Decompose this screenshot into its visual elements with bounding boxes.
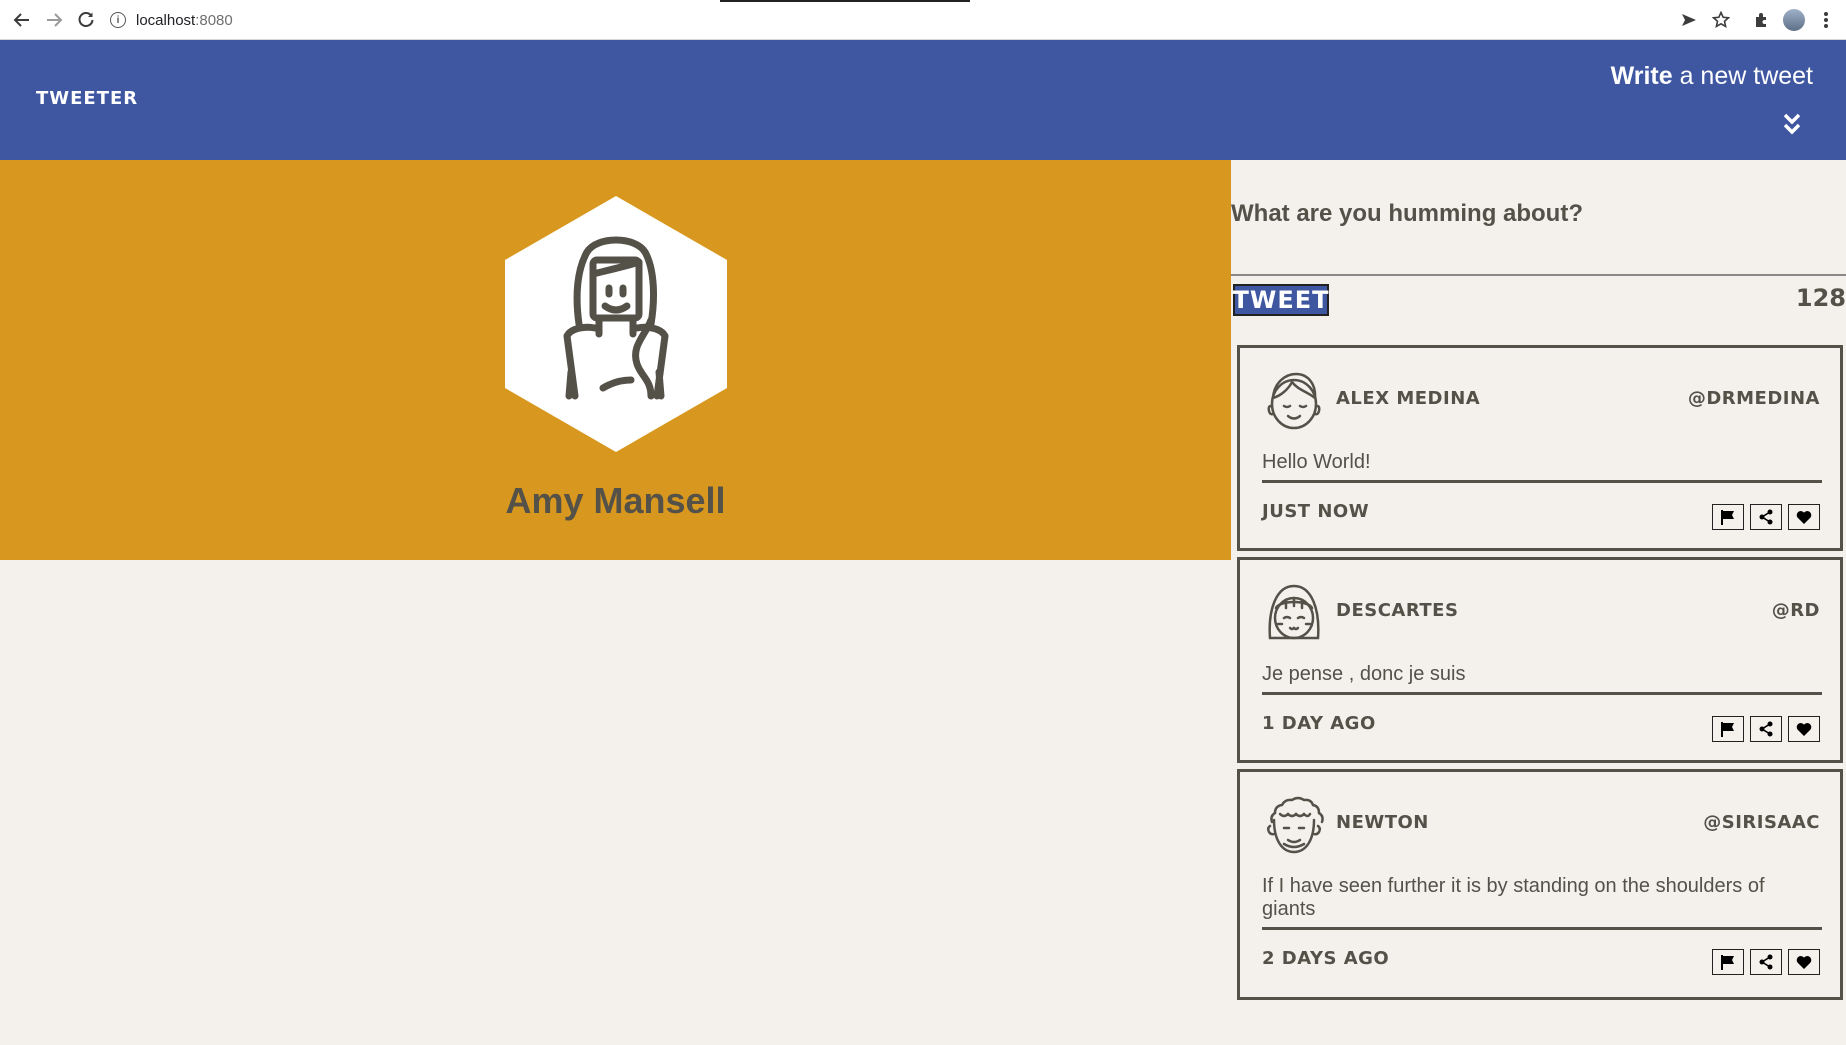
tweet-textarea[interactable] <box>1231 200 1846 276</box>
tweet-button[interactable]: TWEET <box>1233 284 1329 316</box>
character-counter: 128 <box>1795 284 1846 312</box>
heart-icon <box>1796 956 1812 969</box>
share-icon <box>1759 721 1773 737</box>
back-arrow-icon[interactable] <box>8 6 36 34</box>
url-host: localhost <box>136 11 196 29</box>
share-button[interactable] <box>1750 504 1782 530</box>
heart-icon <box>1796 511 1812 524</box>
tweet-timestamp: JUST NOW <box>1262 501 1370 522</box>
address-bar[interactable]: i localhost:8080 <box>110 5 233 35</box>
tweet-card: ALEX MEDINA @DRMEDINA Hello World! JUST … <box>1237 345 1843 551</box>
curly-hair-avatar-icon <box>1266 796 1324 854</box>
profile-avatar <box>505 196 727 452</box>
double-chevron-down-icon[interactable] <box>1782 112 1802 136</box>
profile-header: Amy Mansell <box>0 160 1231 560</box>
flag-button[interactable] <box>1712 949 1744 975</box>
top-nav: TWEETER Write a new tweet <box>0 40 1846 160</box>
flag-button[interactable] <box>1712 716 1744 742</box>
tweet-timestamp: 1 DAY AGO <box>1262 713 1376 734</box>
tweet-author-name[interactable]: ALEX MEDINA <box>1336 388 1480 409</box>
tweet-actions <box>1712 949 1820 975</box>
send-icon[interactable] <box>1675 6 1703 34</box>
tweet-card: NEWTON @SIRISAAC If I have seen further … <box>1237 769 1843 1000</box>
brand-logo[interactable]: TWEETER <box>36 88 138 109</box>
write-new-tweet-toggle[interactable]: Write a new tweet <box>1611 62 1813 91</box>
site-info-icon[interactable]: i <box>110 12 126 28</box>
active-tab-indicator <box>720 0 970 2</box>
compose-toggle-rest: a new tweet <box>1672 62 1813 90</box>
menu-kebab-icon[interactable] <box>1812 6 1840 34</box>
share-button[interactable] <box>1750 716 1782 742</box>
smiling-man-avatar-icon <box>1267 372 1321 430</box>
tweet-author-handle[interactable]: @RD <box>1772 600 1820 621</box>
extensions-puzzle-icon[interactable] <box>1748 6 1776 34</box>
tweet-timestamp: 2 DAYS AGO <box>1262 948 1390 969</box>
forward-arrow-icon[interactable] <box>40 6 68 34</box>
tweet-text: Je pense , donc je suis <box>1262 663 1822 695</box>
tweet-author-name[interactable]: DESCARTES <box>1336 600 1458 621</box>
tweet-card: DESCARTES @RD Je pense , donc je suis 1 … <box>1237 557 1843 763</box>
tweet-actions <box>1712 716 1820 742</box>
tweet-text: If I have seen further it is by standing… <box>1262 875 1822 930</box>
profile-avatar-icon[interactable] <box>1783 9 1805 31</box>
browser-toolbar: i localhost:8080 <box>0 0 1846 40</box>
url-port: :8080 <box>195 11 233 29</box>
flag-button[interactable] <box>1712 504 1744 530</box>
tweet-author-handle[interactable]: @DRMEDINA <box>1688 388 1820 409</box>
tweet-author-name[interactable]: NEWTON <box>1336 812 1429 833</box>
compose-toggle-bold: Write <box>1610 62 1673 90</box>
tweet-actions <box>1712 504 1820 530</box>
like-button[interactable] <box>1788 716 1820 742</box>
flag-icon <box>1721 722 1734 737</box>
like-button[interactable] <box>1788 949 1820 975</box>
bookmark-star-icon[interactable] <box>1707 6 1735 34</box>
heart-icon <box>1796 723 1812 736</box>
flag-icon <box>1721 510 1734 525</box>
share-icon <box>1759 509 1773 525</box>
reload-icon[interactable] <box>72 6 100 34</box>
flag-icon <box>1721 955 1734 970</box>
tweet-text: Hello World! <box>1262 451 1822 483</box>
share-icon <box>1759 954 1773 970</box>
tweet-author-handle[interactable]: @SIRISAAC <box>1703 812 1820 833</box>
bangs-girl-avatar-icon <box>1268 584 1320 640</box>
like-button[interactable] <box>1788 504 1820 530</box>
profile-name: Amy Mansell <box>505 480 726 521</box>
share-button[interactable] <box>1750 949 1782 975</box>
